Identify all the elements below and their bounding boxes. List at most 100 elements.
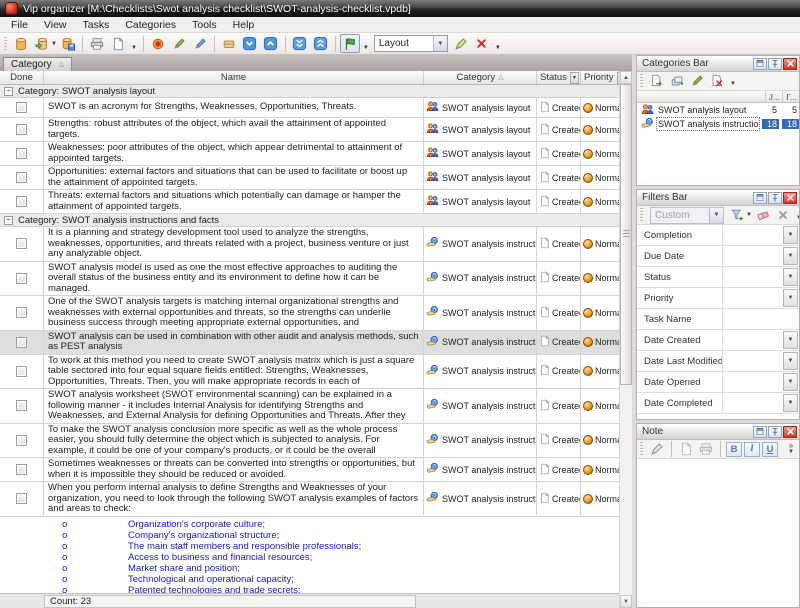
close-icon[interactable] [783, 192, 797, 204]
task-row[interactable]: Strengths: robust attributes of the obje… [0, 118, 619, 142]
scroll-down-icon[interactable]: ▼ [620, 595, 632, 608]
task-checkbox[interactable] [16, 238, 27, 249]
filter-dropdown-button[interactable]: ▼ [783, 394, 798, 412]
column-header-category[interactable]: Category△ [424, 71, 537, 84]
vertical-scrollbar[interactable]: ▲ ▼ [619, 71, 632, 608]
underline-button[interactable]: U [762, 442, 778, 457]
task-row[interactable]: To work at this method you need to creat… [0, 355, 619, 390]
task-row[interactable]: Opportunities: external factors and situ… [0, 166, 619, 190]
apply-layout-icon[interactable] [451, 34, 471, 53]
filter-value-field[interactable] [723, 246, 782, 266]
task-row[interactable]: It is a planning and strategy developmen… [0, 227, 619, 262]
save-database-icon[interactable] [58, 34, 78, 53]
note-toolbar-overflow-icon[interactable]: »▼ [788, 442, 796, 456]
chevron-down-icon[interactable]: ▼ [709, 208, 723, 223]
toolbar-overflow-icon[interactable]: ▼ [493, 45, 503, 54]
task-row[interactable]: SWOT is an acronym for Strengths, Weakne… [0, 98, 619, 118]
layout-combobox[interactable]: Layout▼ [374, 35, 448, 52]
column-header-priority[interactable]: Priority▼ [581, 71, 619, 84]
filter-value-field[interactable] [723, 330, 782, 350]
task-checkbox[interactable] [16, 273, 27, 284]
filter-dropdown-button[interactable]: ▼ [783, 226, 798, 244]
task-checkbox[interactable] [16, 366, 27, 377]
move-up-icon[interactable] [261, 34, 281, 53]
save-filter-icon[interactable] [728, 207, 746, 224]
scroll-up-icon[interactable]: ▲ [620, 71, 632, 84]
move-bottom-icon[interactable] [290, 34, 310, 53]
restore-icon[interactable] [753, 58, 767, 70]
task-checkbox[interactable] [16, 337, 27, 348]
toolbar-overflow-icon[interactable]: ▼ [129, 45, 139, 54]
filter-value-field[interactable] [723, 351, 782, 371]
task-checkbox[interactable] [16, 307, 27, 318]
menu-help[interactable]: Help [225, 18, 263, 32]
category-group-row[interactable]: −Category: SWOT analysis instructions an… [0, 214, 619, 227]
print-preview-icon[interactable] [108, 34, 128, 53]
new-task-icon[interactable] [148, 34, 168, 53]
print-icon[interactable] [87, 34, 107, 53]
toolbar-overflow-icon[interactable]: ▼ [794, 215, 800, 224]
filter-dropdown-button[interactable]: ▼ [783, 289, 798, 307]
new-database-icon[interactable] [11, 34, 31, 53]
task-row[interactable]: One of the SWOT analysis targets is matc… [0, 296, 619, 331]
collapse-icon[interactable]: − [4, 87, 13, 96]
category-list-item[interactable]: SWOT analysis layout55 [637, 103, 799, 117]
pin-icon[interactable] [768, 192, 782, 204]
restore-icon[interactable] [753, 192, 767, 204]
close-icon[interactable] [783, 426, 797, 438]
task-checkbox[interactable] [16, 102, 27, 113]
task-checkbox[interactable] [16, 493, 27, 504]
categories-count-column-1[interactable]: J... [765, 91, 782, 102]
filter-value-field[interactable] [723, 225, 782, 245]
bold-button[interactable]: B [726, 442, 742, 457]
edit-note-icon[interactable] [648, 441, 666, 458]
collapse-icon[interactable]: − [4, 216, 13, 225]
category-list-item[interactable]: SWOT analysis instructions and facts1818 [637, 117, 799, 131]
menu-categories[interactable]: Categories [117, 18, 184, 32]
clear-filter-icon[interactable] [754, 207, 772, 224]
move-down-icon[interactable] [240, 34, 260, 53]
title-bar[interactable]: Vip organizer [M:\Checklists\Swot analys… [0, 0, 800, 17]
category-group-row[interactable]: −Category: SWOT analysis layout [0, 85, 619, 98]
pin-icon[interactable] [768, 58, 782, 70]
task-checkbox[interactable] [16, 464, 27, 475]
filter-value-field[interactable] [723, 288, 782, 308]
column-header-name[interactable]: Name [44, 71, 424, 84]
layout-flag-icon[interactable] [340, 34, 360, 53]
delete-layout-icon[interactable] [472, 34, 492, 53]
print-note-icon[interactable] [697, 441, 715, 458]
task-checkbox[interactable] [16, 435, 27, 446]
categories-count-column-2[interactable]: Г... [782, 91, 799, 102]
task-row[interactable]: When you perform internal analysis to de… [0, 482, 619, 517]
task-checkbox[interactable] [16, 196, 27, 207]
task-row[interactable]: Threats: external factors and situations… [0, 190, 619, 214]
task-row[interactable]: Sometimes weaknesses or threats can be c… [0, 458, 619, 482]
blue-pencil-icon[interactable] [190, 34, 210, 53]
filter-dropdown-button[interactable]: ▼ [783, 268, 798, 286]
status-filter-button[interactable]: ▼ [570, 72, 579, 84]
delete-category-icon[interactable] [708, 73, 726, 90]
filter-value-field[interactable] [723, 393, 782, 413]
italic-button[interactable]: I [744, 442, 760, 457]
chevron-down-icon[interactable]: ▼ [433, 36, 447, 51]
filter-dropdown-button[interactable]: ▼ [783, 373, 798, 391]
task-checkbox[interactable] [16, 172, 27, 183]
close-icon[interactable] [783, 58, 797, 70]
menu-view[interactable]: View [36, 18, 75, 32]
toolbar-overflow-icon[interactable]: ▼ [728, 81, 738, 90]
edit-task-icon[interactable] [169, 34, 189, 53]
filter-value-field[interactable] [723, 267, 782, 287]
toolbar-overflow-icon[interactable]: ▼ [361, 45, 371, 54]
task-row[interactable]: SWOT analysis model is used as one the m… [0, 262, 619, 297]
group-by-category-chip[interactable]: Category △ [3, 57, 72, 71]
open-database-icon[interactable] [32, 34, 52, 53]
chevron-down-icon[interactable]: ▼ [746, 212, 752, 218]
scrollbar-thumb[interactable] [620, 84, 632, 385]
task-checkbox[interactable] [16, 400, 27, 411]
restore-icon[interactable] [753, 426, 767, 438]
chevron-down-icon[interactable]: ▼ [51, 41, 57, 47]
note-page-icon[interactable] [677, 441, 695, 458]
task-row[interactable]: SWOT analysis can be used in combination… [0, 331, 619, 355]
move-top-icon[interactable] [311, 34, 331, 53]
column-header-done[interactable]: Done [0, 71, 44, 84]
